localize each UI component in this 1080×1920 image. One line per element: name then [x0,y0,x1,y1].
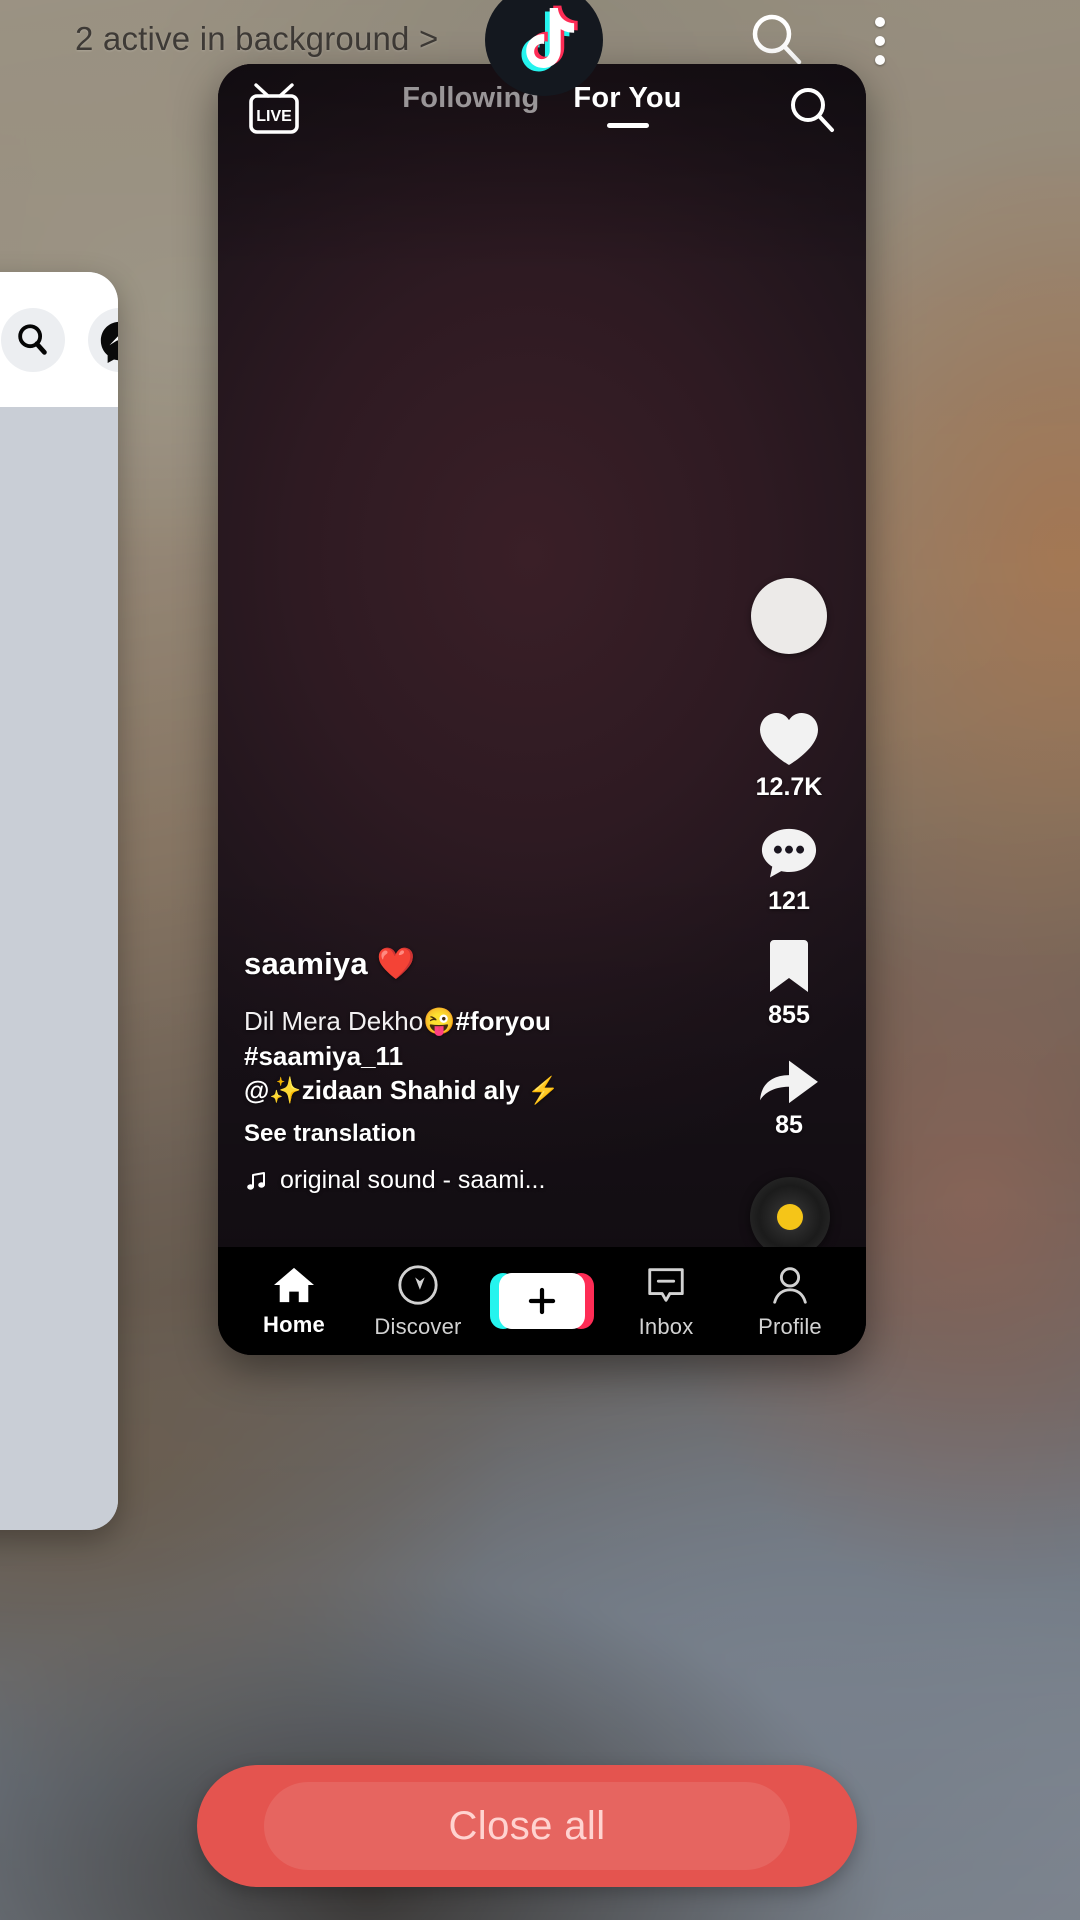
search-icon[interactable] [745,8,809,72]
close-all-label: Close all [448,1803,606,1848]
save-count: 855 [768,1001,810,1029]
active-in-background-label[interactable]: 2 active in background > [75,20,438,58]
nav-label-home: Home [263,1311,325,1337]
recents-card-messenger[interactable] [0,272,118,1530]
messenger-content-area [0,407,118,1530]
nav-label-inbox: Inbox [638,1313,694,1339]
compass-icon [398,1264,438,1305]
overflow-dot [875,36,885,46]
heart-icon [760,713,818,765]
search-icon[interactable] [1,308,65,372]
messenger-icon[interactable] [88,308,118,372]
tiktok-action-rail: 12.7K 121 855 85 [734,578,844,1140]
tiktok-logo-icon[interactable] [485,0,603,96]
tab-active-underline [606,123,649,128]
nav-item-profile[interactable]: Profile [735,1263,845,1340]
description-plain-text: Dil Mera Dekho😜 [244,1006,456,1037]
tiktok-caption-block: saamiya ❤️ Dil Mera Dekho😜#foryou #saami… [244,945,664,1195]
comment-button[interactable]: 121 [758,824,820,916]
comment-count: 121 [768,887,810,915]
see-translation-link[interactable]: See translation [244,1120,664,1148]
nav-item-inbox[interactable]: Inbox [611,1263,721,1340]
video-description: Dil Mera Dekho😜#foryou #saamiya_11 @✨zid… [244,1004,664,1108]
share-count: 85 [775,1111,803,1139]
plus-create-icon[interactable] [490,1273,594,1329]
plus-icon [528,1287,556,1315]
music-note-icon [247,1171,265,1190]
recents-card-tiktok[interactable]: LIVE Following For You 12.7K 121 855 85 … [218,64,866,1355]
avatar[interactable] [751,578,827,654]
person-icon [773,1266,807,1304]
sound-row[interactable]: original sound - saami... [244,1166,664,1195]
bookmark-icon [770,940,808,992]
overflow-dot [875,17,885,27]
messenger-header [0,272,118,407]
like-button[interactable]: 12.7K [755,710,823,802]
overflow-dot [875,55,885,65]
search-icon[interactable] [784,82,840,138]
like-count: 12.7K [755,773,823,801]
video-author-username[interactable]: saamiya ❤️ [244,945,664,982]
nav-item-home[interactable]: Home [239,1265,349,1338]
music-disc-icon[interactable] [750,1177,830,1257]
tiktok-bottom-nav: Home Discover Inbox Profile [218,1247,866,1355]
description-mention[interactable]: @✨zidaan Shahid aly ⚡ [244,1075,560,1105]
close-all-inner-pill: Close all [264,1782,790,1870]
save-button[interactable]: 855 [764,938,814,1030]
create-button-wrap [490,1273,594,1329]
share-button[interactable]: 85 [756,1052,822,1140]
more-vertical-icon[interactable] [850,10,910,72]
share-arrow-icon [760,1060,818,1104]
comment-icon [761,828,817,878]
nav-label-profile: Profile [758,1313,822,1339]
sound-label: original sound - saami... [280,1166,546,1194]
music-disc-center [777,1204,803,1230]
nav-item-create[interactable] [487,1273,597,1329]
inbox-message-icon [648,1267,684,1302]
home-icon [274,1267,314,1302]
close-all-button[interactable]: Close all [197,1765,857,1887]
nav-item-discover[interactable]: Discover [363,1263,473,1340]
nav-label-discover: Discover [374,1313,462,1339]
